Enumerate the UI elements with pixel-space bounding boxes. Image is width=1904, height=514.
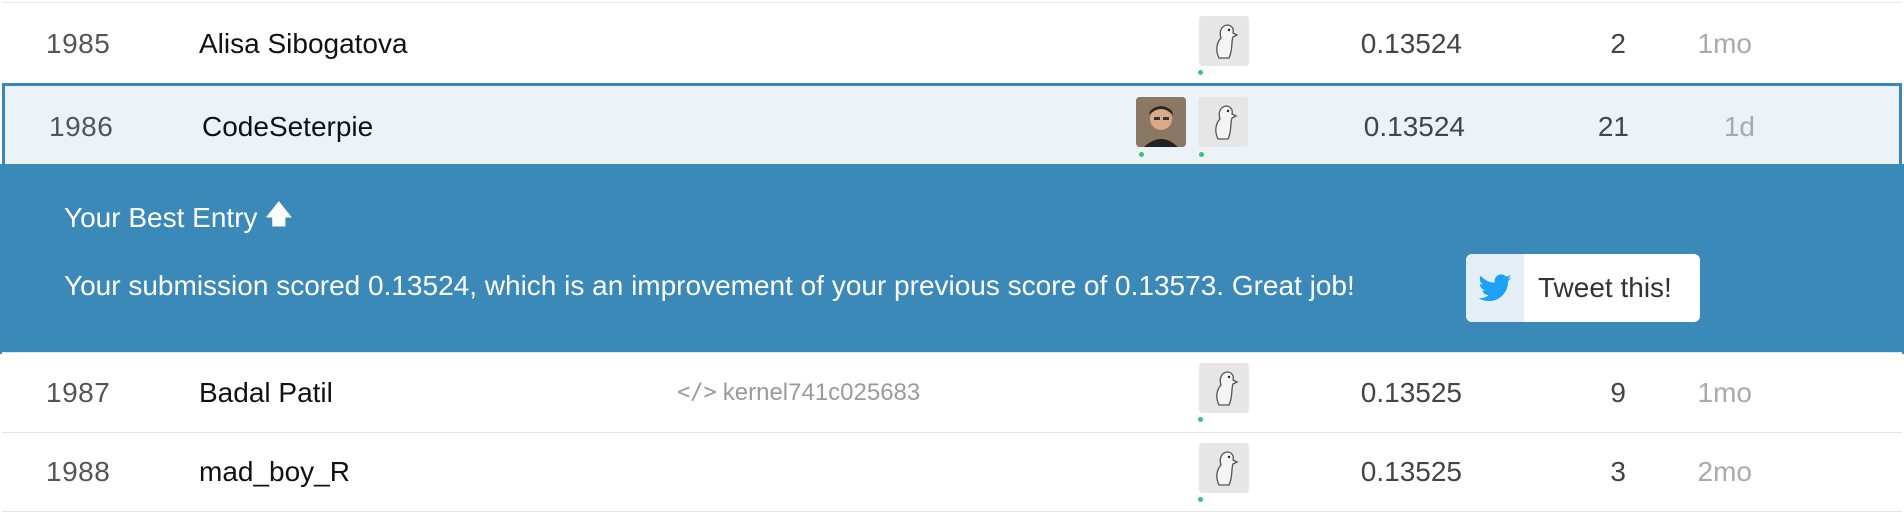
last-submission: 1d bbox=[1723, 110, 1755, 142]
tweet-button[interactable]: Tweet this! bbox=[1466, 254, 1700, 322]
leaderboard: 1985 Alisa Sibogatova 0.13524 2 1mo 1986… bbox=[0, 0, 1904, 514]
entries-count: 2 bbox=[1610, 27, 1626, 59]
online-dot bbox=[1139, 152, 1144, 157]
goose-avatar-icon[interactable] bbox=[1199, 443, 1249, 493]
entries-count: 21 bbox=[1597, 110, 1629, 142]
goose-avatar-icon[interactable] bbox=[1198, 97, 1248, 147]
online-dot bbox=[1198, 417, 1203, 422]
rank: 1987 bbox=[46, 376, 111, 408]
rank: 1985 bbox=[46, 27, 111, 59]
best-entry-banner: Your Best Entry 🡅 Your submission scored… bbox=[0, 164, 1904, 354]
last-submission: 1mo bbox=[1697, 27, 1752, 59]
entries-count: 3 bbox=[1610, 456, 1626, 487]
online-dot bbox=[1198, 70, 1203, 75]
score: 0.13525 bbox=[1360, 376, 1462, 408]
rank: 1986 bbox=[49, 110, 114, 142]
team-name[interactable]: CodeSeterpie bbox=[202, 86, 373, 167]
leaderboard-row[interactable]: 1988 mad_boy_R 0.13525 3 2mo bbox=[2, 432, 1902, 512]
score: 0.13525 bbox=[1360, 456, 1462, 487]
score: 0.13524 bbox=[1363, 110, 1465, 142]
team-name[interactable]: Badal Patil bbox=[199, 353, 333, 432]
user-photo-avatar[interactable] bbox=[1136, 97, 1186, 147]
leaderboard-row-current-user[interactable]: 1986 CodeSeterpie 0.13524 21 1d bbox=[2, 83, 1902, 167]
banner-title-text: Your Best Entry bbox=[64, 202, 258, 233]
last-submission: 2mo bbox=[1697, 456, 1752, 487]
banner-message: Your submission scored 0.13524, which is… bbox=[64, 270, 1355, 301]
last-submission: 1mo bbox=[1697, 376, 1752, 408]
leaderboard-row[interactable]: 1987 Badal Patil </> kernel741c025683 0.… bbox=[2, 352, 1902, 432]
team-name[interactable]: mad_boy_R bbox=[199, 433, 350, 511]
rank: 1988 bbox=[46, 456, 111, 487]
goose-avatar-icon[interactable] bbox=[1199, 363, 1249, 413]
leaderboard-row[interactable]: 1985 Alisa Sibogatova 0.13524 2 1mo bbox=[2, 2, 1902, 84]
online-dot bbox=[1198, 497, 1203, 502]
up-arrow-icon: 🡅 bbox=[265, 199, 293, 229]
score: 0.13524 bbox=[1360, 27, 1462, 59]
team-name[interactable]: Alisa Sibogatova bbox=[199, 3, 408, 84]
goose-avatar-icon[interactable] bbox=[1199, 16, 1249, 66]
code-icon: </> bbox=[677, 380, 717, 405]
banner-title: Your Best Entry 🡅 bbox=[64, 196, 292, 240]
online-dot bbox=[1199, 152, 1204, 157]
kernel-link[interactable]: </> kernel741c025683 bbox=[677, 353, 920, 432]
entries-count: 9 bbox=[1610, 376, 1626, 408]
tweet-button-label: Tweet this! bbox=[1538, 272, 1672, 303]
kernel-name: kernel741c025683 bbox=[722, 378, 921, 406]
twitter-bird-icon bbox=[1466, 254, 1524, 322]
